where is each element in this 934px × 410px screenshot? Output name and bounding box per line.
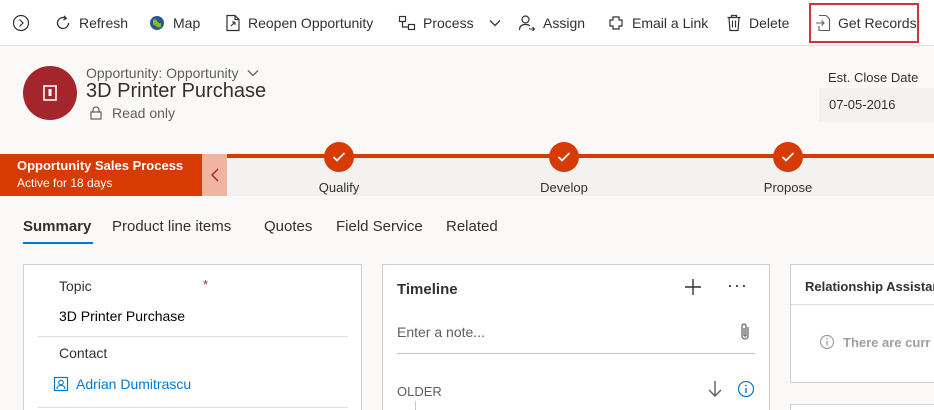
command-bar: Refresh Map Reopen Opportunity Process A… <box>0 0 934 46</box>
field-divider <box>38 336 348 337</box>
more-icon[interactable]: ··· <box>727 275 748 296</box>
process-button[interactable]: Process <box>398 0 509 46</box>
note-input[interactable]: Enter a note... <box>397 324 485 340</box>
stage-propose[interactable]: Propose <box>728 142 848 195</box>
email-a-link-button[interactable]: Email a Link <box>607 0 708 46</box>
topic-label: Topic <box>59 278 92 294</box>
contact-icon <box>53 376 69 392</box>
read-only-status: Read only <box>90 105 175 121</box>
get-records-highlight <box>809 3 919 43</box>
timeline-section: Timeline ··· Enter a note... OLDER <box>382 264 770 410</box>
relationship-assistant-title: Relationship Assistant <box>805 279 934 294</box>
map-button[interactable]: Map <box>148 0 200 46</box>
stage-complete-badge <box>324 142 354 172</box>
relationship-assistant-section: Relationship Assistant There are curr <box>790 264 934 383</box>
tab-field-service[interactable]: Field Service <box>336 218 423 235</box>
plus-icon[interactable] <box>683 277 703 297</box>
close-date-label: Est. Close Date <box>828 70 919 85</box>
next-section <box>790 404 934 410</box>
required-indicator: * <box>203 277 209 292</box>
contact-label: Contact <box>59 345 108 361</box>
opportunity-record-icon <box>43 85 57 101</box>
assistant-empty-message: There are curr <box>819 334 930 350</box>
older-group-label: OLDER <box>397 384 442 399</box>
info-icon[interactable] <box>737 380 755 398</box>
stage-name: Qualify <box>318 180 360 195</box>
delete-button[interactable]: Delete <box>726 0 789 46</box>
reopen-icon <box>226 14 240 32</box>
close-date-value: 07-05-2016 <box>829 97 896 112</box>
map-label: Map <box>173 15 201 31</box>
process-icon <box>398 15 416 31</box>
delete-icon <box>727 14 741 32</box>
section-divider <box>791 304 934 305</box>
chevron-down-icon <box>247 70 258 77</box>
tab-related[interactable]: Related <box>446 218 498 235</box>
tab-summary[interactable]: Summary <box>23 218 91 235</box>
assistant-empty-text: There are curr <box>843 334 931 350</box>
contact-link[interactable]: Adrian Dumitrascu <box>53 376 191 392</box>
arrow-down-icon[interactable] <box>707 379 723 399</box>
contact-name: Adrian Dumitrascu <box>76 376 192 392</box>
assign-icon <box>518 15 536 32</box>
process-label: Process <box>423 15 474 31</box>
timeline-title: Timeline <box>397 281 458 298</box>
active-tab-indicator <box>23 242 93 244</box>
assign-button[interactable]: Assign <box>518 0 585 46</box>
timeline-rail <box>415 401 416 410</box>
stage-name: Propose <box>763 180 813 195</box>
close-date-field[interactable]: 07-05-2016 <box>819 88 934 122</box>
stage-qualify[interactable]: Qualify <box>279 142 399 195</box>
refresh-label: Refresh <box>79 15 129 31</box>
read-only-label: Read only <box>112 105 176 121</box>
expand-button[interactable] <box>12 0 37 46</box>
entity-selector[interactable]: Opportunity: Opportunity <box>86 65 260 81</box>
refresh-icon <box>56 15 70 30</box>
chevron-left-icon <box>210 168 218 182</box>
note-underline <box>397 353 755 354</box>
lock-icon <box>90 106 102 120</box>
field-divider <box>38 407 348 408</box>
active-process[interactable]: Opportunity Sales Process Active for 18 … <box>0 154 202 196</box>
record-title: 3D Printer Purchase <box>86 80 267 102</box>
assign-label: Assign <box>543 15 586 31</box>
email-a-link-label: Email a Link <box>632 15 709 31</box>
stage-complete-badge <box>549 142 579 172</box>
process-duration: Active for 18 days <box>17 176 113 190</box>
stage-develop[interactable]: Develop <box>504 142 624 195</box>
chevron-down-icon[interactable] <box>488 16 502 30</box>
process-name: Opportunity Sales Process <box>17 158 184 173</box>
checkmark-icon <box>332 152 346 162</box>
reopen-opportunity-button[interactable]: Reopen Opportunity <box>225 0 373 46</box>
reopen-label: Reopen Opportunity <box>248 15 374 31</box>
entity-name: Opportunity: Opportunity <box>86 65 239 81</box>
topic-field[interactable]: 3D Printer Purchase <box>59 308 185 324</box>
tab-quotes[interactable]: Quotes <box>264 218 312 235</box>
summary-section: Topic * 3D Printer Purchase Contact Adri… <box>23 264 362 410</box>
checkmark-icon <box>781 152 795 162</box>
refresh-button[interactable]: Refresh <box>54 0 128 46</box>
tab-product-line-items[interactable]: Product line items <box>112 218 231 235</box>
paperclip-icon[interactable] <box>739 322 751 342</box>
checkmark-icon <box>557 152 571 162</box>
expand-icon <box>12 14 30 32</box>
info-icon <box>819 334 835 350</box>
stage-complete-badge <box>773 142 803 172</box>
process-collapse-button[interactable] <box>202 154 227 196</box>
email-link-icon <box>609 16 623 30</box>
map-icon <box>150 16 164 30</box>
delete-label: Delete <box>749 15 790 31</box>
avatar <box>23 66 77 120</box>
stage-name: Develop <box>540 180 588 195</box>
